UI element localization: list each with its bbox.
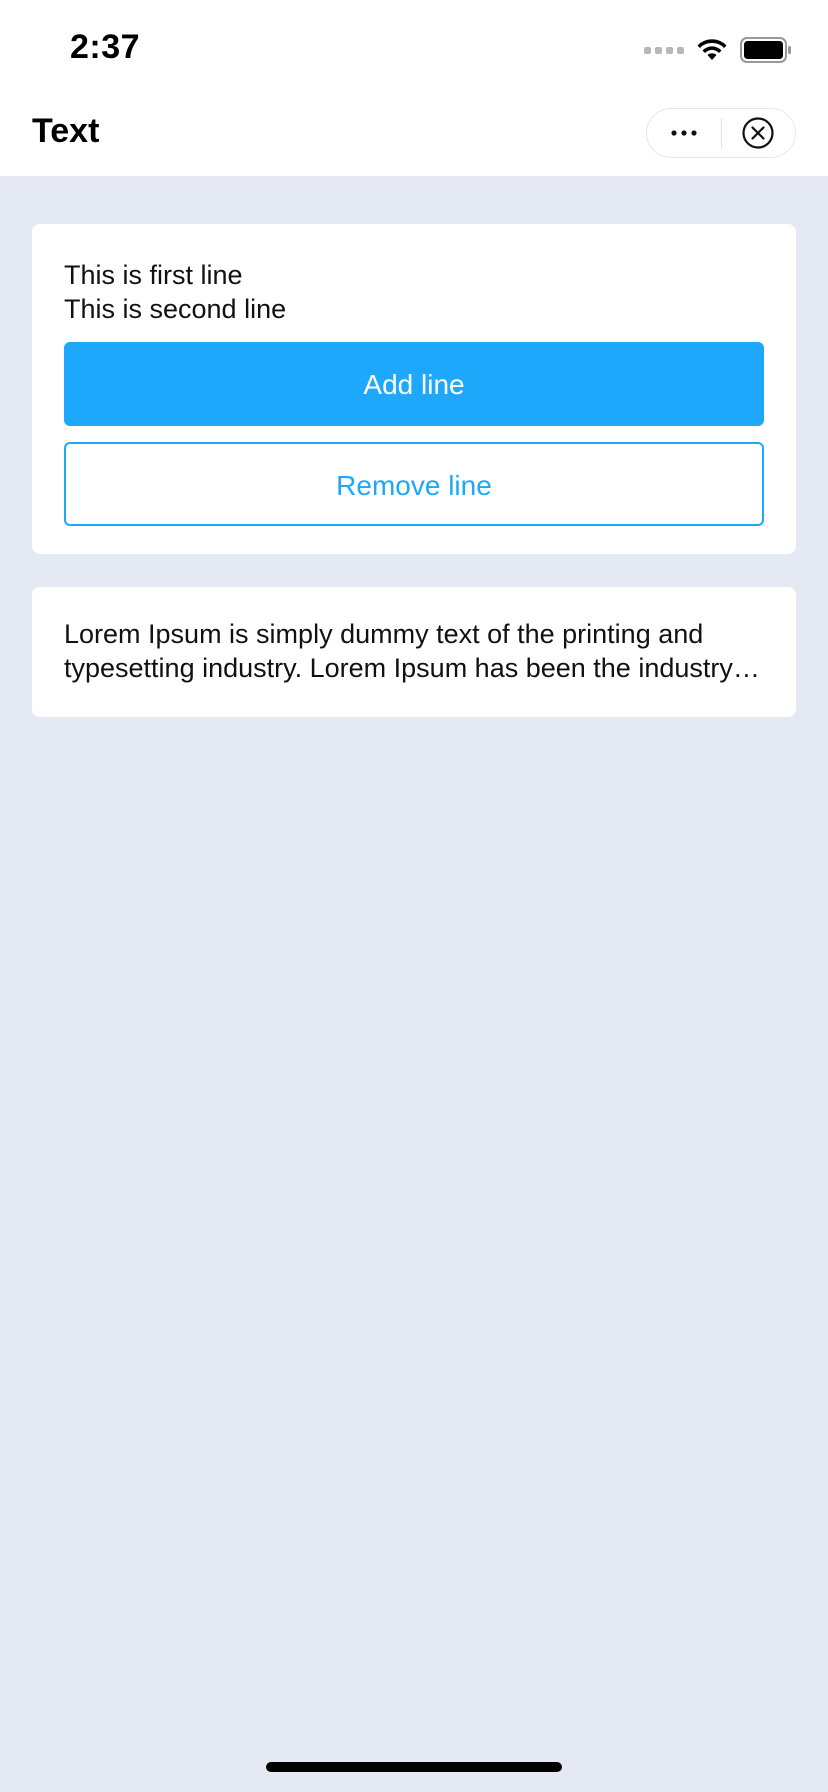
- close-circle-icon: [742, 117, 774, 149]
- nav-bar: Text: [0, 88, 828, 177]
- add-line-button[interactable]: Add line: [64, 342, 764, 426]
- signal-icon: [644, 46, 684, 54]
- text-line: This is first line: [64, 260, 243, 290]
- status-icons: [644, 36, 792, 64]
- lorem-card: Lorem Ipsum is simply dummy text of the …: [32, 587, 796, 717]
- more-button[interactable]: [647, 109, 721, 157]
- home-indicator[interactable]: [266, 1762, 562, 1772]
- text-line: This is second line: [64, 294, 287, 324]
- wifi-icon: [697, 39, 727, 60]
- page-title: Text: [32, 112, 100, 150]
- close-button[interactable]: [722, 109, 796, 157]
- text-lines-card: This is first line This is second line A…: [32, 224, 796, 554]
- page-content: This is first line This is second line A…: [0, 177, 828, 1792]
- status-time: 2:37: [70, 28, 141, 66]
- remove-line-button[interactable]: Remove line: [64, 442, 764, 526]
- battery-icon: [740, 37, 791, 63]
- mini-program-capsule: [646, 108, 796, 158]
- lorem-text: Lorem Ipsum is simply dummy text of the …: [64, 619, 752, 683]
- more-icon: [671, 130, 697, 136]
- status-bar: 2:37: [0, 0, 828, 88]
